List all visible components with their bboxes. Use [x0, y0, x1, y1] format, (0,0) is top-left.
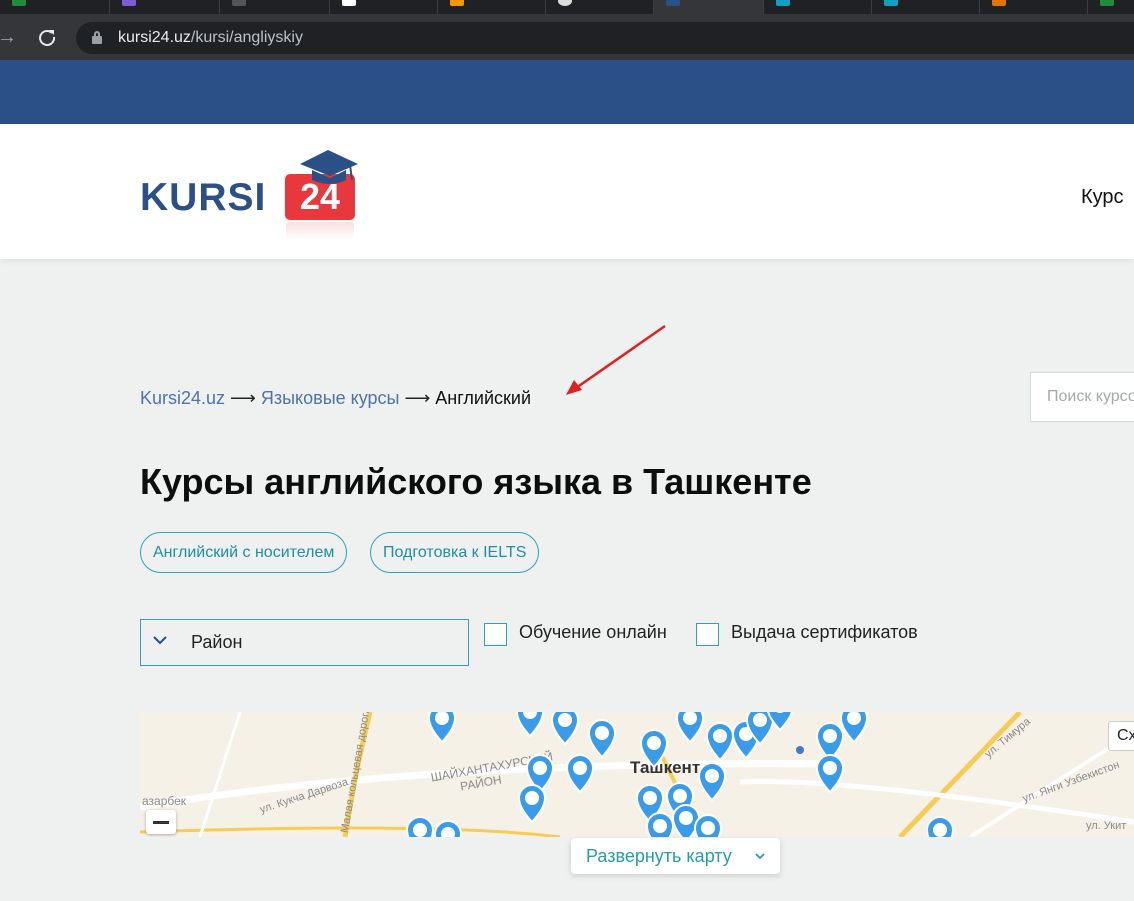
- browser-tab[interactable]: [0, 0, 110, 14]
- address-url: kursi24.uz/kursi/angliyskiy: [118, 29, 303, 46]
- reload-icon[interactable]: [34, 24, 60, 50]
- map-scheme-button[interactable]: Сх: [1108, 721, 1134, 751]
- browser-tab-active[interactable]: [654, 0, 764, 14]
- courses-map[interactable]: ШАЙХАНТАХУРСКИЙ РАЙОН Ташкент ул. Кукча …: [140, 712, 1134, 837]
- page-title: Курсы английского языка в Ташкенте: [140, 461, 812, 502]
- tab-favicon-icon: [992, 0, 1006, 6]
- browser-toolbar: → kursi24.uz/kursi/angliyskiy: [0, 14, 1134, 60]
- map-zoom-out-button[interactable]: [146, 810, 176, 834]
- breadcrumb-separator: ⟶: [230, 388, 256, 408]
- tab-favicon-icon: [122, 0, 136, 6]
- browser-tab[interactable]: [1088, 0, 1134, 14]
- minus-icon: [153, 821, 169, 824]
- tab-favicon-icon: [776, 0, 790, 6]
- checkbox-box[interactable]: [696, 623, 719, 646]
- breadcrumb: Kursi24.uz ⟶ Языковые курсы ⟶ Английский: [140, 388, 531, 409]
- tab-favicon-icon: [558, 0, 572, 6]
- district-select-label: Район: [191, 632, 243, 652]
- tab-favicon-icon: [232, 0, 246, 6]
- certificate-label: Выдача сертификатов: [731, 622, 918, 642]
- breadcrumb-home-link[interactable]: Kursi24.uz: [140, 388, 225, 408]
- browser-tab-strip: [0, 0, 1134, 14]
- tab-favicon-icon: [666, 0, 680, 6]
- chevron-down-icon: [153, 636, 167, 645]
- tab-favicon-icon: [342, 0, 356, 6]
- tab-favicon-icon: [884, 0, 898, 6]
- map-pins: [406, 712, 955, 837]
- browser-tab[interactable]: [110, 0, 220, 14]
- tab-favicon-icon: [450, 0, 464, 6]
- tab-favicon-icon: [1100, 0, 1114, 6]
- breadcrumb-language-courses-link[interactable]: Языковые курсы: [261, 388, 400, 408]
- browser-tab[interactable]: [220, 0, 330, 14]
- browser-tab[interactable]: [980, 0, 1088, 14]
- tag-ielts[interactable]: Подготовка к IELTS: [370, 532, 540, 573]
- checkbox-box[interactable]: [484, 623, 507, 646]
- header-nav-courses[interactable]: Курс: [1081, 186, 1124, 209]
- site-header: KURSI 24 Курс: [0, 124, 1134, 259]
- annotation-arrow-icon: [566, 324, 666, 395]
- tag-native-speaker[interactable]: Английский с носителем: [140, 532, 348, 573]
- browser-tab[interactable]: [872, 0, 980, 14]
- graduation-cap-icon: [300, 150, 358, 184]
- logo-text: KURSI: [140, 176, 267, 219]
- district-select[interactable]: Район: [140, 619, 469, 666]
- online-learning-label: Обучение онлайн: [519, 622, 667, 642]
- tab-favicon-icon: [12, 0, 26, 6]
- browser-tab[interactable]: [438, 0, 546, 14]
- course-search-input[interactable]: Поиск курсов: [1030, 372, 1134, 422]
- expand-map-button[interactable]: Развернуть карту: [571, 838, 780, 874]
- breadcrumb-current: Английский: [435, 388, 532, 408]
- breadcrumb-separator: ⟶: [404, 388, 431, 408]
- site-logo[interactable]: KURSI 24: [140, 150, 370, 240]
- search-placeholder: Поиск курсов: [1047, 388, 1134, 405]
- browser-tab[interactable]: [546, 0, 654, 14]
- address-bar[interactable]: kursi24.uz/kursi/angliyskiy: [76, 22, 1134, 54]
- logo-reflection: [286, 222, 354, 240]
- lock-icon: [92, 31, 102, 44]
- forward-arrow-icon[interactable]: →: [0, 24, 20, 50]
- browser-tab[interactable]: [764, 0, 872, 14]
- expand-map-label: Развернуть карту: [586, 846, 732, 866]
- browser-tab[interactable]: [330, 0, 438, 14]
- chevron-down-icon: [755, 853, 765, 860]
- site-top-bar: [0, 60, 1134, 124]
